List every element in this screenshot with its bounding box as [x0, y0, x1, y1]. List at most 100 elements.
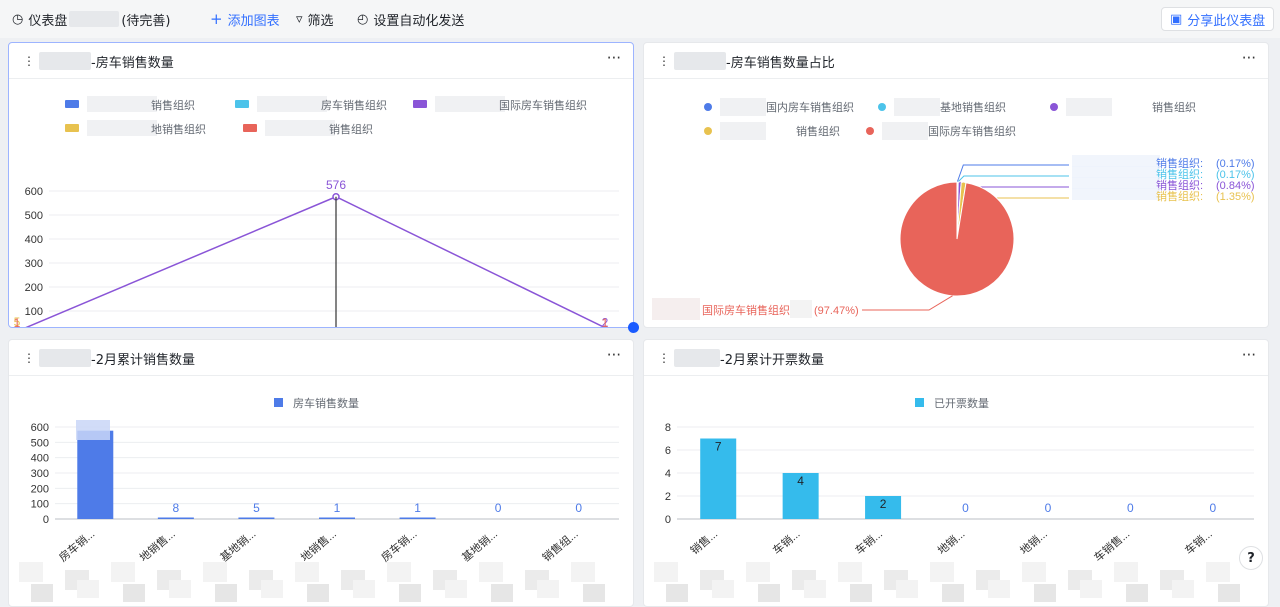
redacted-text [1022, 562, 1046, 582]
data-label: 0 [962, 501, 969, 515]
redacted-text [203, 562, 227, 582]
redacted-text [746, 562, 770, 582]
leader-line [957, 175, 1069, 183]
x-tick-label: 地销... [1017, 527, 1050, 558]
data-label: 1 [414, 501, 421, 515]
legend-label: 基地销售组织 [940, 100, 1006, 114]
redacted-text [445, 580, 467, 598]
share-dashboard-button[interactable]: ▣ 分享此仪表盘 [1161, 7, 1275, 31]
redacted-text [720, 98, 766, 116]
redacted-text [111, 562, 135, 582]
data-label: 1 [14, 316, 21, 328]
filter-icon: ▿ [296, 11, 303, 27]
dashboard-toolbar: ◷ 仪表盘 (待完善) + 添加图表 ▿ 筛选 ◴ 设置自动化发送 ▣ 分享此仪… [0, 0, 1280, 38]
chart-card-feb-invoices[interactable]: ⋮⋮ -2月累计开票数量 ··· 已开票数量 0 2 4 6 8 7 销售... 4 车销... 2… [643, 339, 1269, 607]
more-icon[interactable]: ··· [607, 346, 621, 364]
x-tick-label: 车销... [852, 527, 885, 558]
slice-label: 销售组织: [1156, 189, 1203, 203]
legend-label: 房车销售组织 [321, 98, 387, 112]
dashboard-title-suffix: (待完善) [121, 13, 171, 29]
legend-swatch [274, 398, 283, 407]
redacted-text [19, 562, 43, 582]
redacted-text [537, 580, 559, 598]
redacted-text [87, 96, 157, 112]
redacted-text [571, 562, 595, 582]
add-chart-button[interactable]: + 添加图表 [210, 0, 280, 38]
y-tick-label: 200 [31, 483, 49, 495]
redacted-text [942, 584, 964, 602]
chart-card-feb-sales[interactable]: ⋮⋮ -2月累计销售数量 ··· 房车销售数量 0 100 200 300 400 500 6… [8, 339, 634, 607]
redacted-text [1072, 166, 1160, 178]
redacted-text [295, 562, 319, 582]
legend-label: 销售组织 [796, 124, 840, 138]
legend-label: 国际房车销售组织 [928, 124, 1016, 138]
redacted-text [804, 580, 826, 598]
y-tick-label: 600 [25, 186, 43, 198]
redacted-text [1034, 584, 1056, 602]
redacted-text [666, 584, 688, 602]
legend-label: 销售组织 [151, 98, 195, 112]
redacted-text [790, 300, 812, 318]
legend-swatch [704, 127, 712, 135]
pie-chart: 国内房车销售组织 基地销售组织 销售组织销售组织 国际房车销售组织销售组织: (0.17… [652, 98, 1255, 320]
redacted-text [882, 122, 928, 140]
card-title: -2月累计销售数量 [39, 340, 195, 376]
resize-handle[interactable] [628, 322, 639, 333]
redacted-text [850, 584, 872, 602]
y-tick-label: 200 [25, 282, 43, 294]
legend-swatch [413, 100, 427, 108]
legend-label: 销售组织 [329, 122, 373, 136]
redacted-text [1218, 584, 1240, 602]
x-tick-label: 销售... [687, 527, 720, 558]
legend-swatch [235, 100, 249, 108]
clock-settings-icon: ◴ [357, 11, 369, 27]
slice-label: 销售组织: [1156, 156, 1203, 170]
card-header: ⋮⋮ -房车销售数量 ··· [9, 43, 633, 79]
redacted-text [261, 580, 283, 598]
redacted-text [69, 11, 120, 27]
chart-card-sales-share[interactable]: ⋮⋮ -房车销售数量占比 ··· 国内房车销售组织 基地销售组织 销售组织 销售组织国… [643, 42, 1269, 328]
data-label: 4 [797, 474, 804, 488]
share-label: 分享此仪表盘 [1187, 13, 1266, 29]
chart-card-sales-trend[interactable]: ⋮⋮ -房车销售数量 ··· 销售组织 房车销售组织 国际房车销售组织 地销售组织 销售… [8, 42, 634, 328]
series-line [25, 195, 606, 327]
bar [77, 430, 114, 519]
redacted-text [896, 580, 918, 598]
redacted-text [988, 580, 1010, 598]
dashboard-title: ◷ 仪表盘 (待完善) [12, 0, 171, 38]
x-tick-label: 基地销... [217, 527, 258, 565]
more-icon[interactable]: ··· [1242, 49, 1256, 67]
data-label: 0 [1045, 501, 1052, 515]
legend-swatch [866, 127, 874, 135]
auto-send-button[interactable]: ◴ 设置自动化发送 [357, 0, 464, 38]
card-title-text: -房车销售数量 [91, 55, 174, 71]
filter-button[interactable]: ▿ 筛选 [296, 0, 334, 38]
y-tick-label: 8 [665, 422, 671, 434]
line-chart: 销售组织房车销售组织国际房车销售组织地销售组织销售组织0100200300400… [14, 96, 619, 328]
x-tick-label: 房车销... [378, 527, 419, 565]
help-icon[interactable]: ? [1239, 546, 1263, 570]
data-label: 1 [602, 316, 609, 328]
redacted-text [652, 298, 700, 320]
redacted-text [894, 98, 940, 116]
card-title-text: -房车销售数量占比 [726, 55, 835, 71]
legend-label: 地销售组织 [151, 122, 206, 136]
bar-chart: 房车销售数量0100200300400500600房车销...8地销售...5基… [19, 396, 619, 602]
bar-chart: 已开票数量 0 2 4 6 8 7 销售... 4 车销... 2 车销... 0 地销... 0 地销...… [654, 397, 1254, 602]
card-title-text: -2月累计开票数量 [720, 352, 824, 368]
redacted-text [1080, 580, 1102, 598]
y-tick-label: 300 [31, 468, 49, 480]
clock-icon[interactable]: ◷ [12, 13, 23, 26]
redacted-text [31, 584, 53, 602]
plus-icon: + [210, 9, 223, 28]
redacted-text [435, 96, 505, 112]
x-tick-label: 销售组... [539, 527, 580, 565]
bar [319, 517, 355, 519]
more-icon[interactable]: ··· [607, 49, 621, 67]
slice-percent: (97.47%) [814, 305, 859, 317]
more-icon[interactable]: ··· [1242, 346, 1256, 364]
legend-swatch [878, 103, 886, 111]
redacted-text [39, 349, 91, 367]
y-tick-label: 400 [25, 234, 43, 246]
card-header: ⋮⋮ -房车销售数量占比 ··· [644, 43, 1268, 79]
